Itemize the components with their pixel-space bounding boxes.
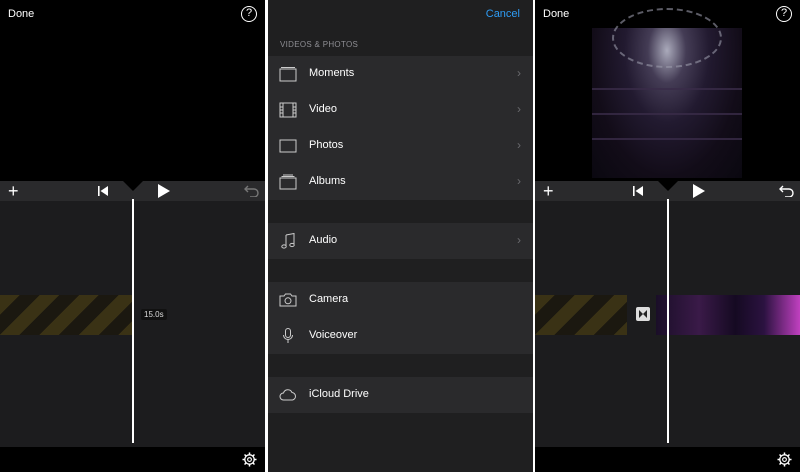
chevron-right-icon: › bbox=[517, 233, 521, 247]
list-item-albums[interactable]: Albums › bbox=[268, 164, 533, 200]
help-button[interactable]: ? bbox=[776, 6, 792, 22]
list-item-label: Camera bbox=[309, 293, 349, 305]
media-group: Moments › Video › Photos › Albums › bbox=[268, 56, 533, 200]
chevron-right-icon: › bbox=[517, 174, 521, 188]
editor-panel-with-clip: Done ? + bbox=[535, 0, 800, 472]
playhead-line bbox=[132, 199, 134, 443]
playhead-marker bbox=[658, 181, 678, 191]
done-button[interactable]: Done bbox=[543, 8, 569, 20]
chevron-right-icon: › bbox=[517, 66, 521, 80]
video-clip[interactable] bbox=[656, 295, 800, 335]
list-item-label: Video bbox=[309, 103, 337, 115]
photo-icon bbox=[279, 139, 297, 153]
playhead-marker bbox=[123, 181, 143, 191]
add-media-icon[interactable]: + bbox=[543, 182, 554, 200]
list-item-photos[interactable]: Photos › bbox=[268, 128, 533, 164]
transition-icon[interactable] bbox=[636, 307, 650, 321]
clip-duration-label: 15.0s bbox=[141, 309, 167, 320]
cancel-button[interactable]: Cancel bbox=[486, 8, 520, 20]
playhead-line bbox=[667, 199, 669, 443]
list-item-label: Voiceover bbox=[309, 329, 358, 341]
cloud-icon bbox=[279, 389, 296, 401]
list-item-label: Audio bbox=[309, 234, 338, 246]
list-item-icloud-drive[interactable]: iCloud Drive bbox=[268, 377, 533, 413]
skip-to-start-icon[interactable] bbox=[632, 185, 644, 197]
add-media-icon[interactable]: + bbox=[8, 182, 19, 200]
chevron-right-icon: › bbox=[517, 138, 521, 152]
chevron-right-icon: › bbox=[517, 102, 521, 116]
list-item-video[interactable]: Video › bbox=[268, 92, 533, 128]
list-item-label: Albums bbox=[309, 175, 346, 187]
list-item-voiceover[interactable]: Voiceover bbox=[268, 318, 533, 354]
done-button[interactable]: Done bbox=[8, 8, 34, 20]
skip-to-start-icon[interactable] bbox=[97, 185, 109, 197]
camera-icon bbox=[279, 293, 297, 307]
album-icon bbox=[279, 174, 297, 190]
microphone-icon bbox=[283, 328, 293, 343]
editor-panel-empty: Done ? + 15.0s bbox=[0, 0, 265, 472]
video-preview[interactable] bbox=[592, 8, 742, 178]
cloud-group: iCloud Drive bbox=[268, 377, 533, 413]
import-media-panel: Cancel VIDEOS & PHOTOS Moments › Video › bbox=[268, 0, 533, 472]
film-icon bbox=[279, 102, 297, 118]
list-item-label: Moments bbox=[309, 67, 355, 79]
undo-icon[interactable] bbox=[244, 184, 259, 197]
placeholder-clip[interactable] bbox=[0, 295, 132, 335]
play-icon[interactable] bbox=[690, 183, 706, 199]
play-icon[interactable] bbox=[155, 183, 171, 199]
moments-icon bbox=[279, 67, 297, 82]
undo-icon[interactable] bbox=[779, 184, 794, 197]
placeholder-clip[interactable] bbox=[535, 295, 627, 335]
music-note-icon bbox=[281, 233, 295, 249]
list-item-label: iCloud Drive bbox=[309, 388, 369, 400]
gear-icon[interactable] bbox=[777, 452, 792, 467]
section-title: VIDEOS & PHOTOS bbox=[280, 40, 359, 49]
list-item-audio[interactable]: Audio › bbox=[268, 223, 533, 259]
help-button[interactable]: ? bbox=[241, 6, 257, 22]
bottom-bar bbox=[0, 447, 265, 472]
list-item-camera[interactable]: Camera bbox=[268, 282, 533, 318]
list-item-label: Photos bbox=[309, 139, 344, 151]
list-item-moments[interactable]: Moments › bbox=[268, 56, 533, 92]
gear-icon[interactable] bbox=[242, 452, 257, 467]
bottom-bar bbox=[535, 447, 800, 472]
audio-group: Audio › bbox=[268, 223, 533, 259]
capture-group: Camera Voiceover bbox=[268, 282, 533, 354]
